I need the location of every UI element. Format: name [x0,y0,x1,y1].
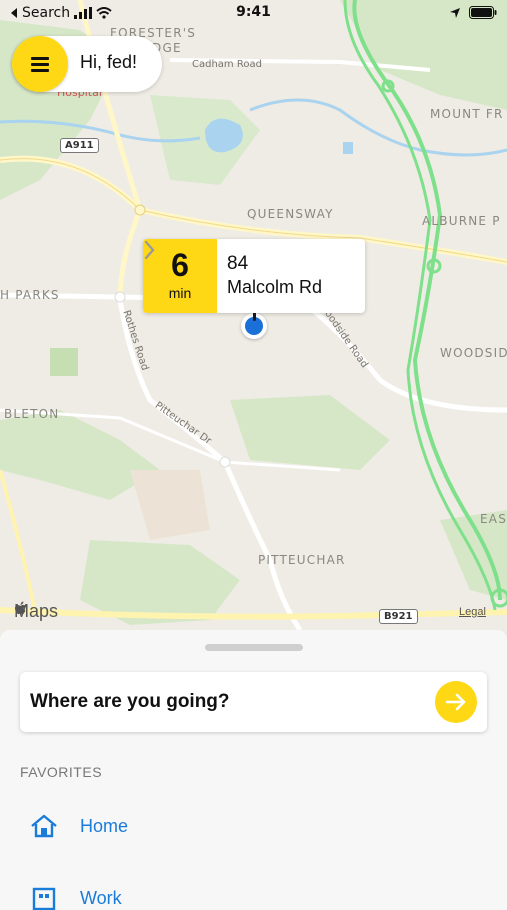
status-bar: Search 9:41 [0,0,507,26]
favorites-header: FAVORITES [20,764,103,780]
favorite-home[interactable]: Home [30,814,128,838]
pickup-address-street: Malcolm Rd [227,277,323,297]
map-label-bleton: BLETON [4,407,60,421]
pickup-eta-card[interactable]: 6 min 84 Malcolm Rd [143,239,365,313]
sheet-grabber[interactable] [205,644,303,651]
pickup-address-number: 84 [227,253,249,274]
favorite-work[interactable]: Work [30,886,122,910]
map-label-h-parks: H PARKS [0,288,60,302]
bottom-sheet: Where are you going? FAVORITES Home Work [0,630,507,910]
current-location-pin[interactable] [241,307,267,339]
favorite-label-work: Work [80,887,122,908]
legal-link[interactable]: Legal [459,606,486,618]
map-label-woodside: WOODSID [440,346,507,360]
road-shield-b921: B921 [379,609,418,624]
menu-button[interactable] [12,36,68,92]
favorite-label-home: Home [80,815,129,836]
road-shield-a911: A911 [60,138,99,153]
battery-icon [469,6,497,19]
map-label-alburne-park: ALBURNE P [422,214,501,228]
apple-logo-icon [15,601,27,615]
hamburger-menu-icon [31,57,49,72]
chevron-right-icon [144,240,155,260]
map-view[interactable]: FORESTER'S DGE Hospital Cadham Road MOUN… [0,0,507,640]
map-label-mount-frost: MOUNT FR [430,107,504,121]
eta-unit: min [168,285,192,301]
map-label-pitteuchar: PITTEUCHAR [258,553,346,567]
greeting-text: Hi, fed! [80,52,138,72]
map-label-eas: EAS [480,512,507,526]
destination-prompt: Where are you going? [30,691,230,712]
road-label-cadham: Cadham Road [192,59,262,70]
destination-search-box[interactable]: Where are you going? [20,672,487,732]
home-icon [31,814,57,838]
location-arrow-icon [450,7,460,18]
go-button[interactable] [435,681,477,723]
maps-attribution: Maps [14,601,58,622]
map-label-queensway: QUEENSWAY [247,207,334,221]
work-icon [32,887,56,910]
arrow-right-icon [445,693,466,711]
status-time: 9:41 [236,4,271,20]
